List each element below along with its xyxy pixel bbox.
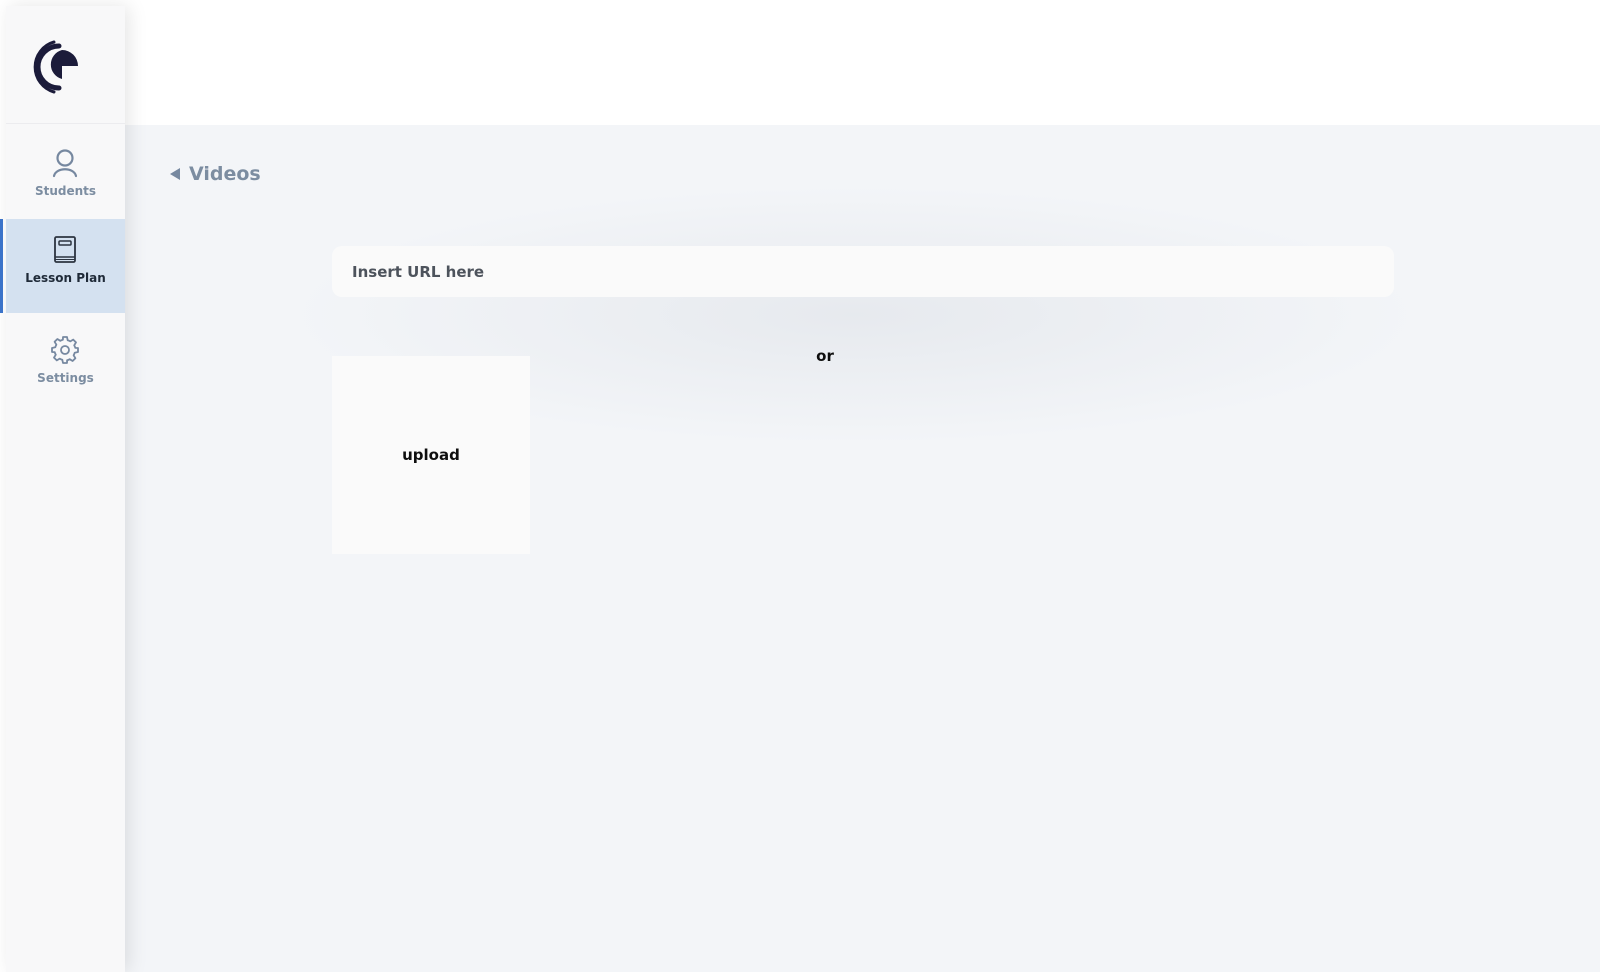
app-window: Students Lesson Plan Settings Videos Ins… [0,0,1600,972]
back-link-label: Videos [189,163,261,185]
sidebar-item-settings[interactable]: Settings [6,319,125,413]
sidebar: Students Lesson Plan Settings [0,6,125,972]
back-arrow-icon [170,168,180,180]
url-input[interactable] [332,246,1394,297]
sidebar-item-label: Settings [37,371,94,385]
person-icon [52,149,78,178]
crescent-logo-icon [33,40,78,94]
sidebar-item-label: Lesson Plan [25,271,106,285]
back-link-videos[interactable]: Videos [170,163,261,185]
sidebar-item-lesson-plan[interactable]: Lesson Plan [0,219,125,313]
sidebar-item-label: Students [34,184,97,198]
book-icon [54,236,76,263]
upload-label: upload [402,446,460,464]
sidebar-item-students[interactable]: Students [6,132,125,226]
or-divider-label: or [816,347,834,365]
upload-button[interactable]: upload [332,356,530,554]
active-indicator [0,219,3,313]
main-content: Videos or upload [125,125,1600,972]
logo-area[interactable] [6,6,125,124]
gear-icon [51,336,79,364]
